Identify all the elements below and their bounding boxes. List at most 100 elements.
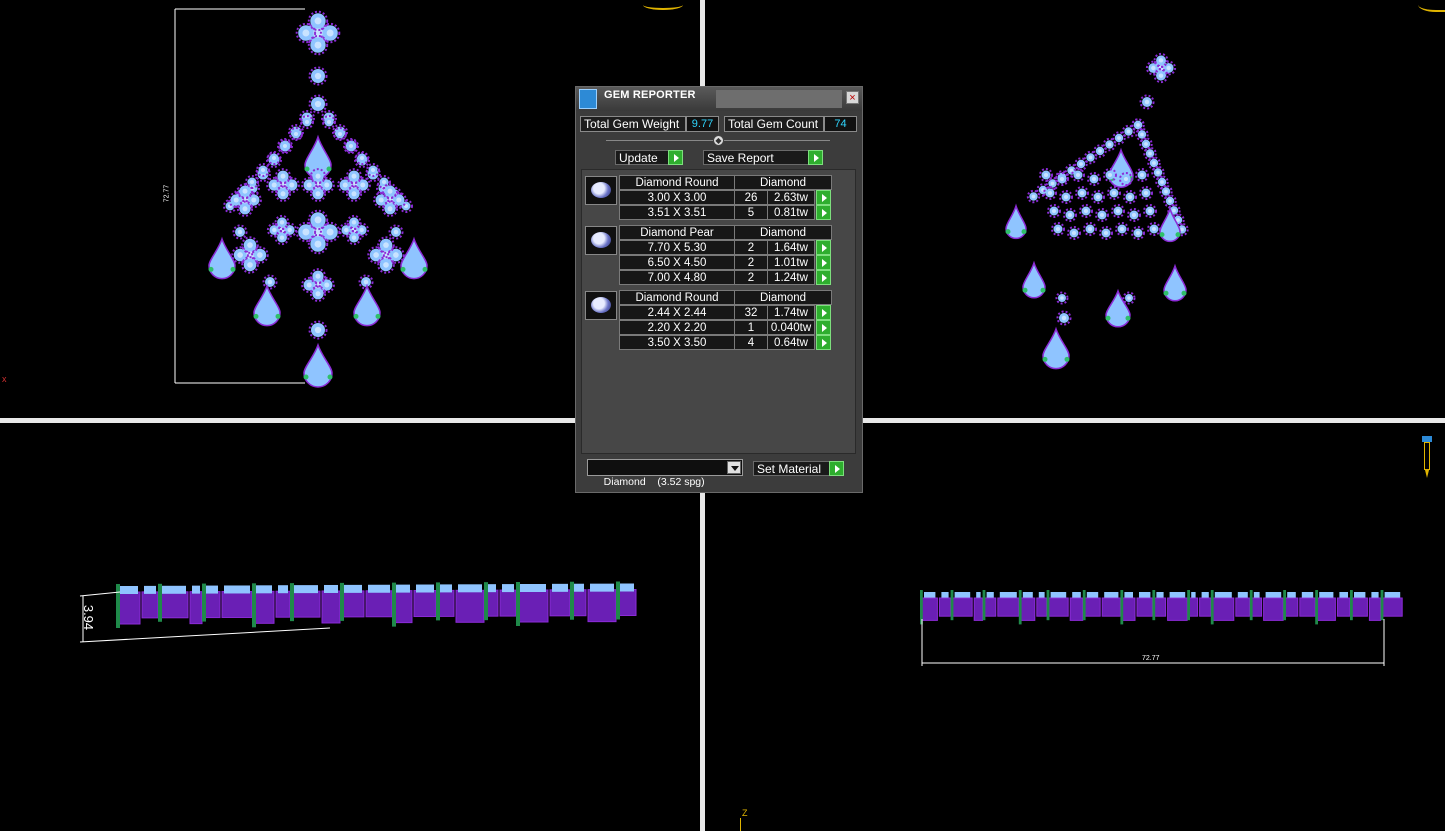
gem-crown	[954, 592, 971, 598]
gem-table	[1164, 189, 1168, 194]
gem-table	[348, 143, 354, 149]
gem-table	[1151, 65, 1156, 71]
gem-round-thumbnail[interactable]	[585, 176, 617, 205]
setting-block	[1316, 597, 1336, 621]
gem-list[interactable]: Diamond Round Diamond 3.00 X 3.00 26 2.6…	[581, 169, 856, 454]
gem-shape-header: Diamond Round	[619, 175, 735, 190]
titlebar-grip[interactable]	[716, 90, 842, 108]
select-gem-button[interactable]	[816, 305, 831, 320]
gem-table	[1135, 230, 1141, 236]
gem-crown	[256, 585, 272, 594]
gem-count: 32	[734, 305, 768, 320]
prong-post	[1046, 590, 1050, 621]
pear-gem	[253, 283, 281, 327]
collapse-toggle-icon[interactable]: ◆	[713, 135, 724, 146]
gem-table	[1087, 226, 1093, 232]
gem-table	[1059, 176, 1065, 182]
gem-crown	[1072, 592, 1081, 598]
pen-tool-icon[interactable]	[1422, 436, 1432, 480]
gem-table	[260, 167, 266, 173]
gem-reporter-panel: GEM REPORTER × Total Gem Weight 9.77 Tot…	[575, 86, 863, 493]
setting-block	[1121, 597, 1136, 621]
gem-crown	[502, 584, 514, 593]
setting-block	[549, 589, 571, 617]
prong	[1022, 287, 1028, 293]
material-select[interactable]: Diamond (3.52 spg)	[587, 459, 743, 488]
pear-gem	[1042, 326, 1070, 370]
set-material-button[interactable]: Set Material	[753, 461, 844, 476]
update-button[interactable]: Update	[615, 150, 683, 165]
gem-size: 2.20 X 2.20	[619, 320, 735, 335]
setting-block	[1101, 597, 1121, 617]
save-report-button[interactable]: Save Report	[703, 150, 823, 165]
gem-crown	[1139, 592, 1151, 598]
gem-table	[383, 242, 389, 248]
gem-table	[337, 131, 343, 137]
gem-count: 26	[734, 190, 768, 205]
select-gem-button[interactable]	[816, 320, 831, 335]
dimension-label-thickness: 3.94	[81, 604, 97, 631]
select-gem-button[interactable]	[816, 190, 831, 205]
gem-crown	[999, 592, 1017, 598]
gem-table	[271, 155, 277, 161]
close-button[interactable]: ×	[846, 91, 859, 104]
gem-table	[1067, 212, 1073, 218]
gem-reporter-titlebar[interactable]: GEM REPORTER ×	[576, 87, 862, 111]
gem-pear-thumbnail[interactable]	[585, 226, 617, 255]
gem-table	[1098, 149, 1102, 153]
setting-block	[1382, 597, 1403, 617]
gem-crown	[1086, 592, 1099, 598]
setting-block	[1167, 597, 1188, 621]
prong	[1064, 356, 1070, 362]
gem-crown	[224, 585, 250, 594]
gem-table	[344, 227, 349, 233]
gem-table	[1031, 194, 1036, 199]
setting-block	[1036, 597, 1048, 617]
gem-table	[1143, 190, 1149, 196]
prong	[253, 313, 259, 319]
prong	[208, 266, 214, 272]
gem-table	[1127, 296, 1131, 300]
pear-gem	[400, 236, 428, 280]
gem-table	[315, 273, 321, 279]
gem-crown	[1384, 592, 1401, 598]
setting-block	[253, 590, 275, 624]
gem-table	[242, 188, 248, 194]
prong	[1181, 290, 1187, 296]
setting-block	[1199, 597, 1212, 617]
setting-block	[587, 589, 617, 623]
gem-table	[315, 191, 321, 197]
select-gem-button[interactable]	[816, 205, 831, 220]
select-gem-button[interactable]	[816, 270, 831, 285]
gem-table	[1126, 129, 1131, 134]
gem-table	[1151, 226, 1157, 232]
gem-crown	[416, 584, 434, 593]
setting-block	[499, 589, 517, 617]
gem-table	[280, 191, 286, 197]
gem-table	[279, 220, 285, 225]
setting-block	[117, 591, 141, 625]
gem-table	[1050, 181, 1055, 186]
select-gem-button[interactable]	[816, 255, 831, 270]
select-gem-button[interactable]	[816, 240, 831, 255]
gem-table	[287, 227, 292, 233]
gem-table	[1095, 194, 1101, 200]
gem-table	[1107, 172, 1113, 178]
gem-table	[315, 173, 321, 179]
gem-round-thumbnail[interactable]	[585, 291, 617, 320]
gem-crown	[1169, 592, 1186, 598]
gem-table	[1139, 172, 1145, 178]
material-select-value: Diamond (3.52 spg)	[603, 476, 705, 488]
gem-weight: 1.74tw	[767, 305, 815, 320]
gem-crown	[986, 592, 994, 598]
gem-table	[237, 252, 243, 258]
setting-block	[341, 590, 365, 618]
gem-crown	[192, 585, 200, 594]
select-gem-button[interactable]	[816, 335, 831, 350]
gem-reporter-title: GEM REPORTER	[604, 89, 696, 101]
gem-table	[315, 291, 321, 297]
gem-crown	[1354, 592, 1366, 598]
prong	[327, 374, 333, 380]
gem-table	[1079, 162, 1083, 166]
gem-table	[282, 143, 288, 149]
